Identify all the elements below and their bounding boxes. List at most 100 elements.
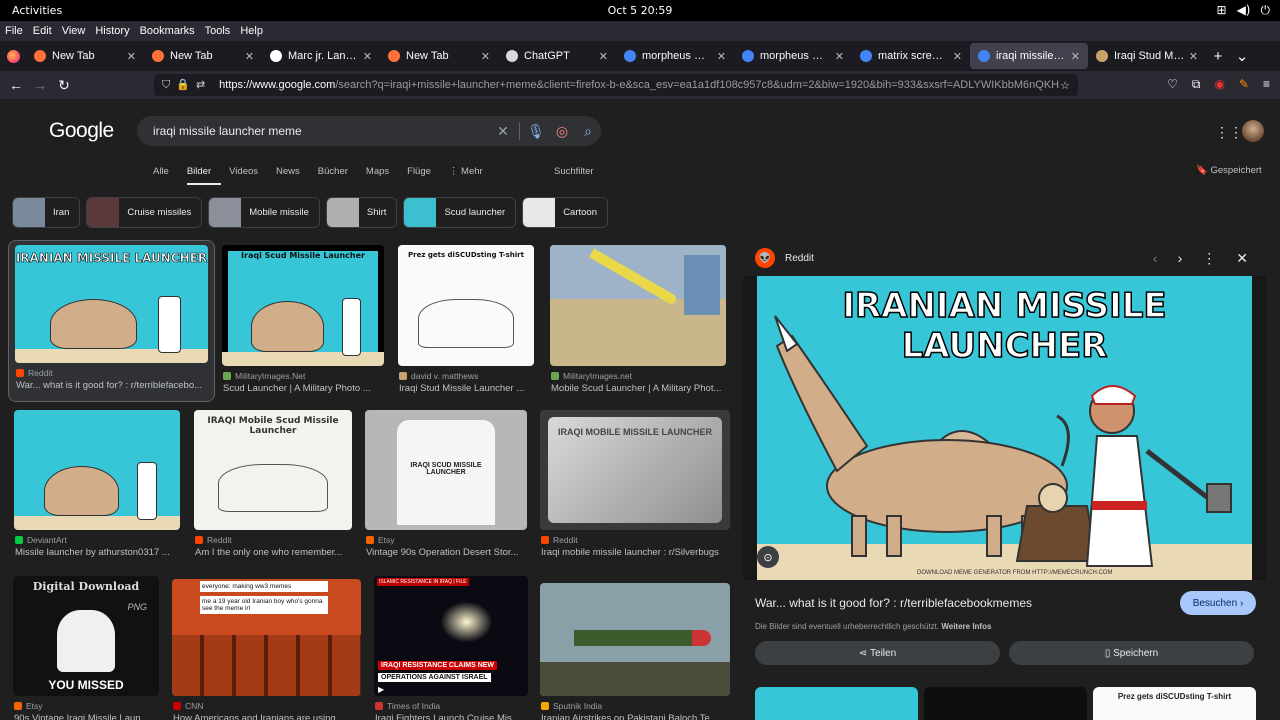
- result-thumbnail[interactable]: [550, 245, 726, 366]
- shield-icon[interactable]: ⛉🔒⇄: [162, 78, 211, 92]
- voice-search-icon[interactable]: 🎙: [523, 123, 549, 140]
- system-tray[interactable]: ⊞ ◀) ⏻: [1217, 3, 1270, 18]
- system-clock[interactable]: Oct 5 20:59: [0, 4, 1280, 17]
- search-filter-button[interactable]: Suchfilter: [554, 166, 594, 177]
- result-thumbnail[interactable]: Prez gets diSCUDsting T-shirt: [398, 245, 534, 366]
- related-chip[interactable]: Iran: [12, 197, 81, 228]
- browser-tab[interactable]: ChatGPT ✕: [498, 43, 616, 69]
- previous-image-icon[interactable]: ‹: [1153, 250, 1158, 267]
- browser-tab[interactable]: matrix screen mat ✕: [852, 43, 970, 69]
- close-tab-icon[interactable]: ✕: [599, 50, 608, 63]
- play-icon[interactable]: ▶: [378, 685, 384, 694]
- result-thumbnail[interactable]: ISLAMIC RESISTANCE IN IRAQ | FILE IRAQI R…: [374, 576, 528, 696]
- related-chip[interactable]: Cruise missiles: [86, 197, 203, 228]
- result-source[interactable]: david v. matthews: [399, 371, 478, 381]
- related-chip[interactable]: Cartoon: [522, 197, 608, 228]
- result-source[interactable]: Times of India: [375, 701, 440, 711]
- result-thumbnail[interactable]: IRAQI Mobile Scud Missile Launcher: [194, 410, 352, 530]
- extensions-icon[interactable]: ⧉: [1192, 77, 1201, 92]
- share-button[interactable]: ⋖ Teilen: [755, 641, 1000, 665]
- back-arrow-icon[interactable]: ←: [4, 77, 28, 93]
- lens-search-icon[interactable]: ⊙: [757, 546, 779, 568]
- new-tab-button[interactable]: +: [1206, 48, 1230, 65]
- app-menu-icon[interactable]: ≡: [1263, 77, 1270, 92]
- lens-icon[interactable]: ◎: [549, 123, 575, 140]
- search-tab[interactable]: Bücher: [318, 166, 358, 185]
- pocket-icon[interactable]: ♡: [1167, 77, 1178, 92]
- search-icon[interactable]: ⌕: [575, 123, 601, 140]
- result-thumbnail[interactable]: [14, 410, 180, 530]
- result-title[interactable]: Vintage 90s Operation Desert Stor...: [366, 547, 528, 558]
- result-source[interactable]: MilitaryImages.net: [551, 371, 632, 381]
- result-title[interactable]: Iraqi Fighters Launch Cruise Mis...: [375, 713, 529, 720]
- close-tab-icon[interactable]: ✕: [1189, 50, 1198, 63]
- close-tab-icon[interactable]: ✕: [953, 50, 962, 63]
- search-tab[interactable]: Alle: [153, 166, 179, 185]
- account-avatar[interactable]: [1242, 120, 1264, 142]
- related-chip[interactable]: Scud launcher: [403, 197, 517, 228]
- address-bar[interactable]: ⛉🔒⇄ https://www.google.com/search?q=iraq…: [154, 74, 1078, 96]
- network-icon[interactable]: ⊞: [1217, 3, 1227, 18]
- search-tab[interactable]: Videos: [229, 166, 268, 185]
- search-box[interactable]: iraqi missile launcher meme ✕ 🎙 ◎ ⌕: [137, 116, 601, 146]
- result-title[interactable]: Am I the only one who remember...: [195, 547, 353, 558]
- browser-tab[interactable]: Marc jr. Lan-Dolt (@ ✕: [262, 43, 380, 69]
- panel-title[interactable]: War... what is it good for? : r/terrible…: [755, 596, 1032, 610]
- close-tab-icon[interactable]: ✕: [717, 50, 726, 63]
- related-chip[interactable]: Shirt: [325, 197, 398, 228]
- close-tab-icon[interactable]: ✕: [1071, 50, 1080, 63]
- related-image[interactable]: [755, 687, 918, 720]
- result-title[interactable]: How Americans and Iranians are using ...: [173, 713, 362, 720]
- firefox-view-button[interactable]: [0, 49, 26, 63]
- result-title[interactable]: Iraqi mobile missile launcher : r/Silver…: [541, 547, 731, 558]
- google-logo[interactable]: Google: [49, 119, 114, 143]
- result-source[interactable]: Reddit: [541, 535, 578, 545]
- related-image[interactable]: [924, 687, 1087, 720]
- menu-history[interactable]: History: [95, 25, 129, 37]
- result-thumbnail[interactable]: IRAQI SCUD MISSILE LAUNCHER: [365, 410, 527, 530]
- volume-icon[interactable]: ◀): [1237, 3, 1251, 18]
- result-thumbnail[interactable]: IRANIAN MISSILE LAUNCHER: [15, 245, 208, 363]
- result-source[interactable]: CNN: [173, 701, 203, 711]
- menu-file[interactable]: File: [5, 25, 23, 37]
- power-icon[interactable]: ⏻: [1261, 3, 1271, 18]
- result-thumbnail[interactable]: IRAQI MOBILE MISSILE LAUNCHER: [540, 410, 730, 530]
- result-title[interactable]: War... what is it good for? : r/terrible…: [16, 380, 209, 391]
- result-title[interactable]: Missile launcher by athurston0317 ...: [15, 547, 181, 558]
- browser-tab[interactable]: New Tab ✕: [144, 43, 262, 69]
- browser-tab[interactable]: iraqi missile launch ✕: [970, 43, 1088, 69]
- reload-icon[interactable]: ↻: [52, 77, 76, 94]
- visit-button[interactable]: Besuchen ›: [1180, 591, 1256, 615]
- ublock-icon[interactable]: ◉: [1214, 77, 1224, 92]
- result-source[interactable]: Reddit: [195, 535, 232, 545]
- next-image-icon[interactable]: ›: [1178, 250, 1183, 267]
- browser-tab[interactable]: morpheus what is ✕: [734, 43, 852, 69]
- menu-bookmarks[interactable]: Bookmarks: [140, 25, 195, 37]
- close-tab-icon[interactable]: ✕: [363, 50, 372, 63]
- result-source[interactable]: Etsy: [14, 701, 43, 711]
- result-title[interactable]: Iraqi Stud Missile Launcher ...: [399, 383, 535, 394]
- panel-source[interactable]: 👽 Reddit: [755, 248, 814, 268]
- close-tab-icon[interactable]: ✕: [245, 50, 254, 63]
- result-thumbnail[interactable]: [540, 583, 730, 696]
- search-tab[interactable]: ⋮ Mehr: [449, 166, 493, 185]
- result-title[interactable]: Iranian Airstrikes on Pakistani Baloch T…: [541, 713, 731, 720]
- saved-button[interactable]: 🔖 Gespeichert: [1196, 165, 1262, 176]
- search-tab[interactable]: Flüge: [407, 166, 441, 185]
- result-source[interactable]: DeviantArt: [15, 535, 67, 545]
- url-text[interactable]: https://www.google.com/search?q=iraqi+mi…: [219, 79, 1060, 91]
- result-thumbnail[interactable]: Iraqi Scud Missile Launcher: [222, 245, 384, 366]
- forward-arrow-icon[interactable]: →: [28, 77, 52, 93]
- preview-image[interactable]: IRANIAN MISSILE LAUNCHER DOWNLOAD MEME G…: [743, 276, 1266, 580]
- result-source[interactable]: Sputnik India: [541, 701, 602, 711]
- browser-tab[interactable]: New Tab ✕: [26, 43, 144, 69]
- browser-tab[interactable]: New Tab ✕: [380, 43, 498, 69]
- result-source[interactable]: Reddit: [16, 368, 53, 378]
- close-tab-icon[interactable]: ✕: [481, 50, 490, 63]
- menu-tools[interactable]: Tools: [205, 25, 231, 37]
- result-thumbnail[interactable]: everyone: making ww3 memes me a 19 year o…: [172, 579, 361, 696]
- menu-edit[interactable]: Edit: [33, 25, 52, 37]
- bookmark-star-icon[interactable]: ☆: [1060, 79, 1070, 92]
- search-input[interactable]: iraqi missile launcher meme: [153, 124, 490, 138]
- addon-icon[interactable]: ✎: [1239, 77, 1249, 92]
